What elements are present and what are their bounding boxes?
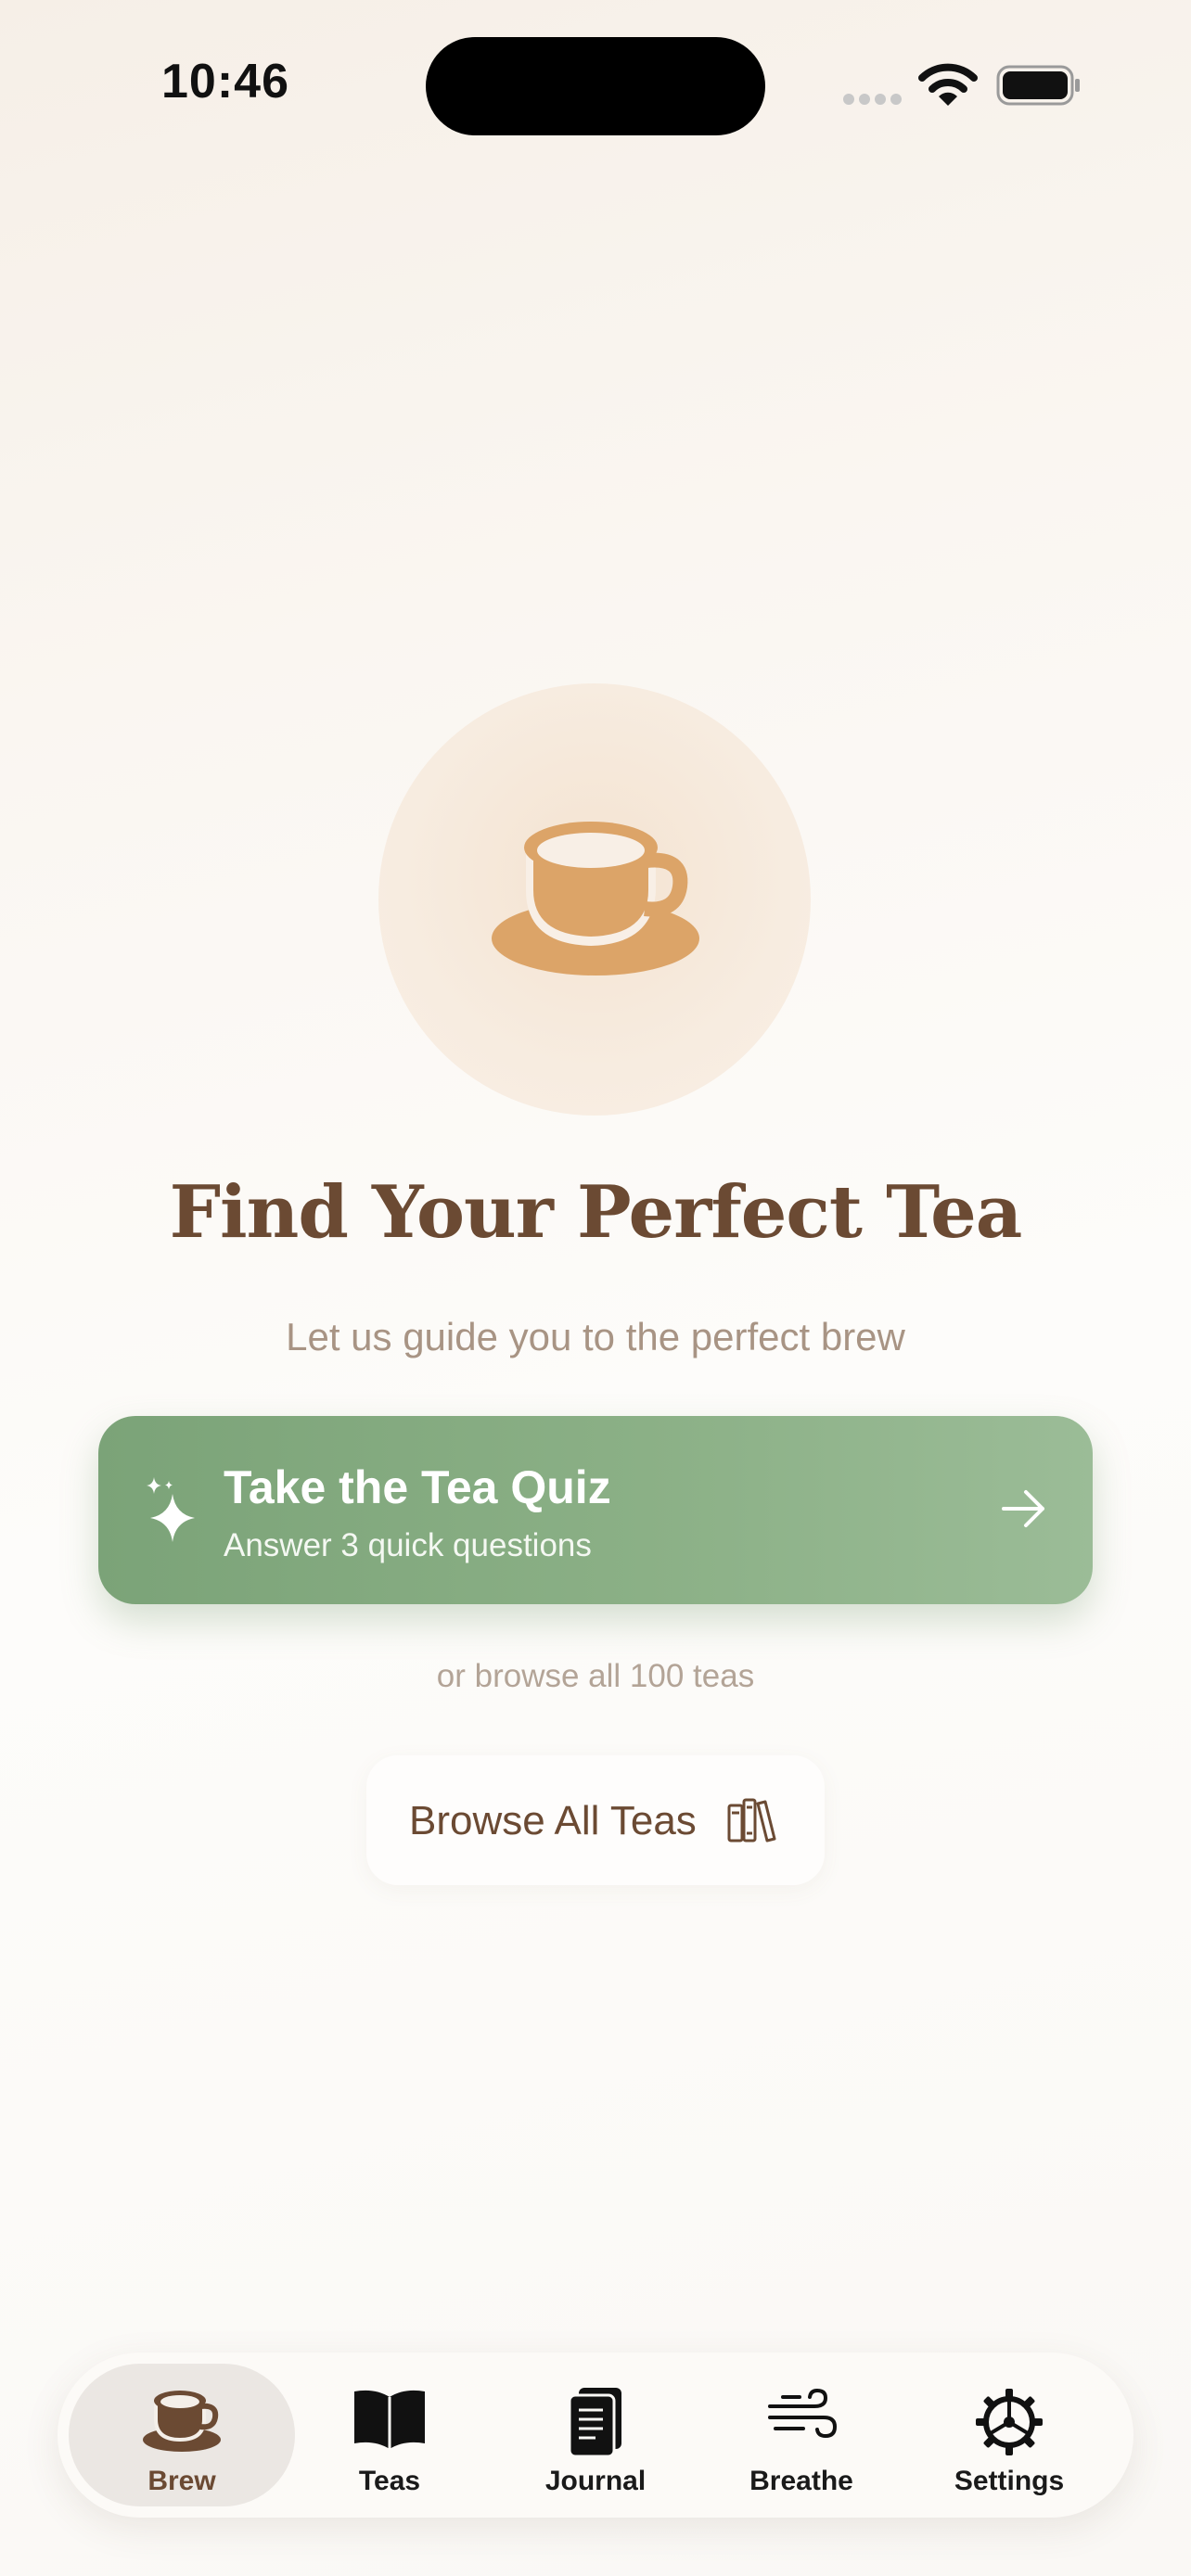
- teacup-icon: [492, 822, 699, 976]
- dynamic-island: [426, 37, 765, 135]
- books-icon: [727, 1798, 776, 1843]
- tab-bar: Brew Teas Journal Breathe Settings: [58, 2353, 1133, 2518]
- quiz-subtitle: Answer 3 quick questions: [224, 1527, 592, 1563]
- journal-icon: [568, 2388, 621, 2458]
- wifi-icon: [918, 63, 978, 106]
- tab-settings[interactable]: Settings: [896, 2364, 1122, 2506]
- tab-label: Teas: [358, 2466, 421, 2496]
- tab-label: Brew: [147, 2466, 216, 2496]
- quiz-title: Take the Tea Quiz: [224, 1461, 611, 1513]
- browse-button-label: Browse All Teas: [409, 1798, 697, 1843]
- status-time: 10:46: [161, 55, 289, 108]
- book-icon: [354, 2390, 425, 2449]
- tab-brew[interactable]: Brew: [69, 2364, 295, 2506]
- tab-label: Settings: [954, 2466, 1065, 2496]
- status-bar: 10:46: [0, 0, 1191, 176]
- page-subtitle: Let us guide you to the perfect brew: [286, 1315, 905, 1358]
- sparkle-icon: [147, 1477, 195, 1542]
- teacup-icon: [143, 2391, 221, 2452]
- tab-journal[interactable]: Journal: [482, 2364, 709, 2506]
- tab-label: Breathe: [749, 2466, 853, 2496]
- take-quiz-button[interactable]: Take the Tea Quiz Answer 3 quick questio…: [98, 1416, 1093, 1604]
- browse-all-teas-button[interactable]: Browse All Teas: [366, 1755, 825, 1885]
- battery-icon: [996, 65, 1080, 106]
- signal-icon: [843, 94, 902, 105]
- tab-teas[interactable]: Teas: [276, 2364, 503, 2506]
- gear-icon: [976, 2389, 1043, 2455]
- tab-label: Journal: [544, 2466, 647, 2496]
- arrow-right-icon: [1002, 1490, 1044, 1527]
- browse-hint: or browse all 100 teas: [436, 1658, 755, 1694]
- page-title: Find Your Perfect Tea: [169, 1170, 1023, 1255]
- tab-breathe[interactable]: Breathe: [688, 2364, 915, 2506]
- wind-icon: [768, 2388, 837, 2439]
